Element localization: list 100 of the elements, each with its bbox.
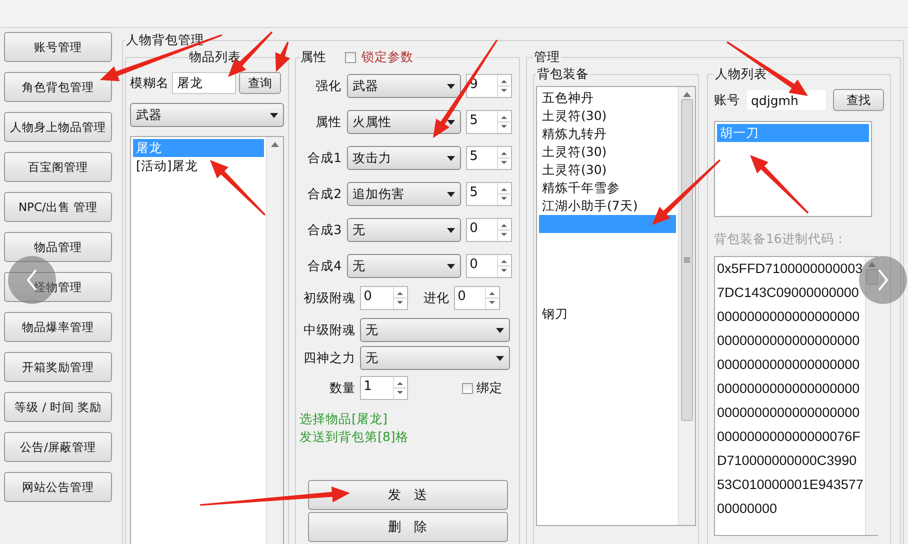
scroll-thumb[interactable] bbox=[866, 269, 878, 285]
nav-button[interactable]: 人物身上物品管理 bbox=[4, 112, 112, 142]
dropdown[interactable]: 攻击力 bbox=[346, 146, 461, 170]
dropdown[interactable]: 无 bbox=[360, 346, 510, 370]
chevron-right-icon bbox=[876, 268, 890, 292]
annotation-arrow bbox=[228, 31, 273, 77]
previous-button[interactable] bbox=[8, 256, 56, 304]
scrollbar[interactable] bbox=[266, 137, 283, 544]
dropdown-arrow-icon bbox=[446, 264, 455, 268]
hex-code-line: 7DC143C09000000000 bbox=[716, 284, 860, 302]
nav-button[interactable]: 公告/屏蔽管理 bbox=[4, 432, 112, 462]
dropdown-arrow-icon bbox=[446, 156, 455, 160]
number-spinner[interactable]: 0 bbox=[466, 254, 512, 278]
nav-button[interactable]: 百宝阁管理 bbox=[4, 152, 112, 182]
dropdown[interactable]: 无 bbox=[360, 318, 510, 342]
find-button[interactable]: 查找 bbox=[832, 89, 884, 111]
list-item[interactable]: 精炼千年雪参 bbox=[538, 179, 676, 197]
checkbox-label: 绑定 bbox=[476, 380, 503, 396]
field-label: 属性 bbox=[314, 114, 342, 130]
grip-icon bbox=[684, 257, 690, 263]
number-spinner[interactable]: 0 bbox=[466, 218, 512, 242]
field-label: 背包装备16进制代码： bbox=[714, 231, 848, 248]
number-spinner[interactable]: 1 bbox=[360, 376, 408, 400]
scroll-up-icon[interactable] bbox=[270, 141, 279, 147]
list-item[interactable]: 土灵符(30) bbox=[538, 107, 676, 125]
field-label: 强化 bbox=[314, 78, 342, 94]
number-spinner[interactable]: 5 bbox=[466, 182, 512, 206]
hex-code-line: 0x5FFD7100000000003 bbox=[716, 260, 864, 278]
dropdown[interactable]: 追加伤害 bbox=[346, 182, 461, 206]
list-item[interactable]: 土灵符(30) bbox=[538, 161, 676, 179]
number-spinner[interactable]: 5 bbox=[466, 146, 512, 170]
number-spinner[interactable]: 0 bbox=[360, 286, 408, 310]
dropdown[interactable]: 无 bbox=[346, 218, 461, 242]
dropdown-arrow-icon bbox=[496, 328, 504, 332]
scrollbar[interactable] bbox=[865, 257, 878, 535]
group-title: 人物列表 bbox=[714, 66, 768, 83]
field-label: 进化 bbox=[422, 290, 450, 306]
dropdown[interactable]: 武器 bbox=[130, 103, 284, 127]
hex-code-line: 000000000000000076F bbox=[716, 428, 862, 446]
scrollbar[interactable] bbox=[678, 87, 695, 525]
checkbox[interactable] bbox=[462, 382, 473, 394]
hex-code-line: 0000000000000000000 bbox=[716, 332, 861, 350]
annotation-arrow bbox=[275, 42, 290, 72]
hex-code-line: 00000000 bbox=[716, 500, 778, 518]
list-item[interactable]: 钢刀 bbox=[538, 305, 676, 323]
group-title: 物品列表 bbox=[188, 49, 242, 66]
group-title: 背包装备 bbox=[536, 66, 590, 83]
nav-button[interactable]: NPC/出售 管理 bbox=[4, 192, 112, 222]
search-field[interactable]: 屠龙 bbox=[172, 72, 236, 94]
dropdown-arrow-icon bbox=[446, 120, 455, 124]
dropdown-arrow-icon bbox=[446, 84, 455, 88]
field-label: 合成3 bbox=[306, 222, 342, 238]
dropdown[interactable]: 火属性 bbox=[346, 110, 461, 134]
field-label: 账号 bbox=[714, 92, 740, 108]
dropdown-arrow-icon bbox=[270, 112, 278, 118]
dropdown[interactable]: 无 bbox=[346, 254, 461, 278]
annotation-arrow bbox=[210, 160, 266, 216]
annotation-arrow bbox=[652, 159, 721, 225]
hex-code-line: 0000000000000000000 bbox=[716, 356, 861, 374]
group-title: 管理 bbox=[532, 49, 561, 66]
nav-button[interactable]: 等级 / 时间 奖励 bbox=[4, 392, 112, 422]
query-button[interactable]: 查询 bbox=[239, 72, 281, 94]
scroll-up-icon[interactable] bbox=[682, 91, 691, 97]
nav-button[interactable]: 物品爆率管理 bbox=[4, 312, 112, 342]
action-button[interactable]: 发 送 bbox=[308, 480, 508, 510]
field-label: 初级附魂 bbox=[302, 290, 356, 306]
nav-button[interactable]: 账号管理 bbox=[4, 32, 112, 62]
hex-code-line: 0000000000000000000 bbox=[716, 308, 861, 326]
dropdown-arrow-icon bbox=[496, 356, 504, 360]
list-item[interactable]: 土灵符(30) bbox=[538, 143, 676, 161]
dropdown-arrow-icon bbox=[446, 228, 455, 232]
nav-button[interactable]: 物品管理 bbox=[4, 232, 112, 262]
hex-code-line: 53C010000001E943577 bbox=[716, 476, 864, 494]
dropdown-arrow-icon bbox=[446, 192, 455, 196]
dropdown[interactable]: 武器 bbox=[346, 74, 461, 98]
checkbox-label: 锁定参数 bbox=[362, 49, 414, 66]
field-label: 数量 bbox=[328, 380, 356, 396]
number-spinner[interactable]: 0 bbox=[454, 286, 500, 310]
list-item[interactable]: [活动]屠龙 bbox=[133, 157, 264, 175]
nav-button[interactable]: 怪物管理 bbox=[4, 272, 112, 302]
field-label: 中级附魂 bbox=[302, 322, 356, 338]
hex-code-line: 0000000000000000000 bbox=[716, 404, 861, 422]
list-item[interactable] bbox=[538, 215, 676, 233]
annotation-arrow bbox=[750, 155, 809, 214]
nav-button[interactable]: 网站公告管理 bbox=[4, 472, 112, 502]
nav-button[interactable]: 开箱奖励管理 bbox=[4, 352, 112, 382]
field-label: 合成1 bbox=[306, 150, 342, 166]
scroll-up-icon[interactable] bbox=[868, 261, 876, 267]
list-item[interactable]: 江湖小助手(7天) bbox=[538, 197, 676, 215]
number-spinner[interactable]: 5 bbox=[466, 110, 512, 134]
list-item[interactable]: 精炼九转丹 bbox=[538, 125, 676, 143]
checkbox[interactable] bbox=[344, 52, 356, 63]
status-text: 选择物品[屠龙] bbox=[300, 410, 388, 428]
field-label: 合成2 bbox=[306, 186, 342, 202]
group-title: 属性 bbox=[300, 49, 327, 66]
action-button[interactable]: 删 除 bbox=[308, 512, 508, 542]
account-field[interactable]: qdjgmh bbox=[746, 89, 827, 111]
list-item[interactable]: 五色神丹 bbox=[538, 89, 676, 107]
nav-button[interactable]: 角色背包管理 bbox=[4, 72, 112, 102]
field-label: 模糊名 bbox=[130, 74, 169, 92]
